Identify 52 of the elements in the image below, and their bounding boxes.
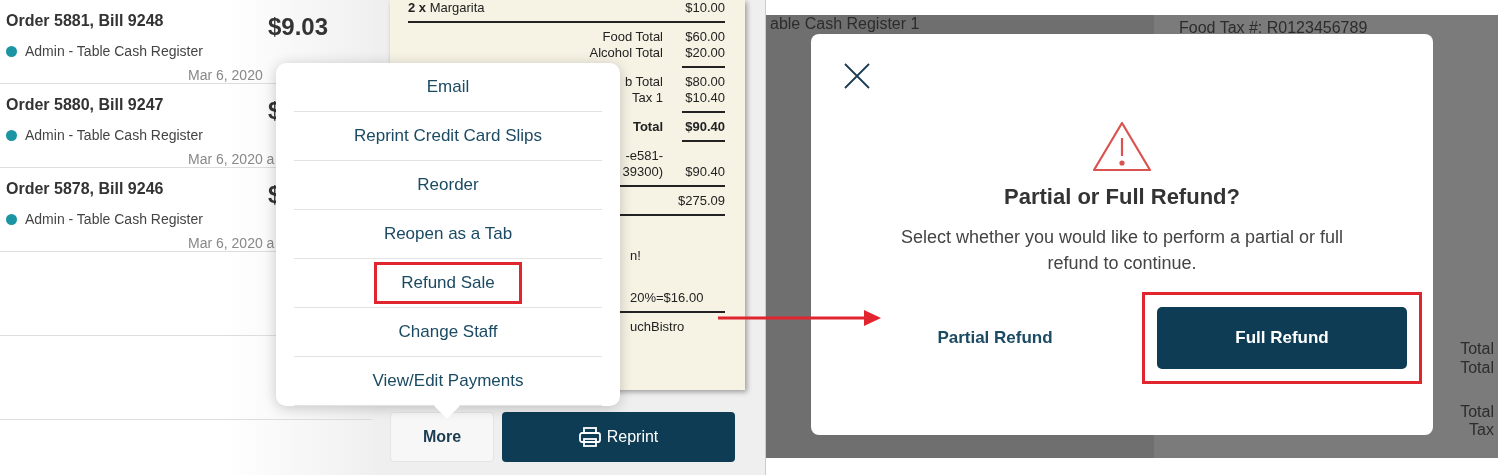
order-amount: $9.03 — [268, 13, 329, 41]
receipt-text: 20%=$16.00 — [630, 290, 704, 306]
receipt-value: $90.40 — [685, 119, 725, 134]
receipt-value: $275.09 — [678, 193, 725, 208]
receipt-value: $60.00 — [685, 29, 725, 44]
menu-item[interactable]: Reorder — [417, 175, 479, 195]
order-date: Mar 6, 2020 a — [188, 151, 276, 167]
order-title: Order 5881, Bill 9248 — [6, 12, 165, 30]
order-title: Order 5878, Bill 9246 — [6, 180, 165, 198]
receipt-value: $20.00 — [685, 45, 725, 60]
partial-refund-button[interactable]: Partial Refund — [907, 307, 1083, 369]
receipt-label: Tax — [1469, 421, 1494, 439]
menu-item[interactable]: Reopen as a Tab — [383, 224, 513, 244]
status-dot — [6, 129, 17, 141]
receipt-label: Food Total — [602, 29, 663, 44]
receipt-label: Tax 1 — [631, 90, 663, 105]
staff-label: Admin - Table Cash Register — [25, 127, 203, 143]
more-button[interactable]: More — [390, 412, 494, 462]
receipt-label: -e581- — [625, 148, 663, 163]
menu-item[interactable]: Email — [426, 77, 470, 97]
dialog-title: Partial or Full Refund? — [1004, 184, 1240, 210]
receipt-value: $90.40 — [685, 164, 725, 179]
receipt-value: $80.00 — [685, 74, 725, 89]
staff-label: Admin - Table Cash Register — [25, 43, 203, 59]
order-title: Order 5880, Bill 9247 — [6, 96, 165, 114]
receipt-label: Total — [1460, 359, 1494, 377]
menu-item[interactable]: Refund Sale — [377, 265, 519, 301]
printer-icon — [578, 427, 601, 447]
staff-label: Admin - Table Cash Register — [25, 211, 203, 227]
receipt-label: Total — [632, 119, 663, 134]
receipt-label: Total — [1460, 340, 1494, 358]
receipt-item: 2 x Margarita — [408, 0, 486, 16]
menu-item[interactable]: View/Edit Payments — [372, 371, 524, 391]
tax-number: Food Tax #: R0123456789 — [1179, 19, 1368, 37]
status-dot — [6, 213, 17, 225]
full-refund-button[interactable]: Full Refund — [1157, 307, 1407, 369]
dialog-message: Select whether you would like to perform a partial or full refund to continue. — [899, 226, 1345, 275]
order-date: Mar 6, 2020 a — [188, 235, 276, 251]
receipt-label: 39300) — [622, 164, 663, 179]
receipt-value: $10.00 — [684, 0, 725, 16]
receipt-label: Total — [1460, 403, 1494, 421]
receipt-value: $10.40 — [685, 90, 725, 105]
menu-item[interactable]: Change Staff — [398, 322, 498, 342]
receipt-label: b Total — [624, 74, 663, 89]
receipt-label: Alcohol Total — [589, 45, 663, 60]
status-dot — [6, 45, 17, 57]
register-label: able Cash Register 1 — [770, 15, 920, 33]
warning-icon — [1091, 120, 1153, 174]
receipt-text: n! — [630, 248, 641, 264]
order-date: Mar 6, 2020 — [188, 67, 264, 83]
receipt-text: uchBistro — [630, 319, 685, 335]
reprint-button[interactable]: Reprint — [502, 412, 735, 462]
